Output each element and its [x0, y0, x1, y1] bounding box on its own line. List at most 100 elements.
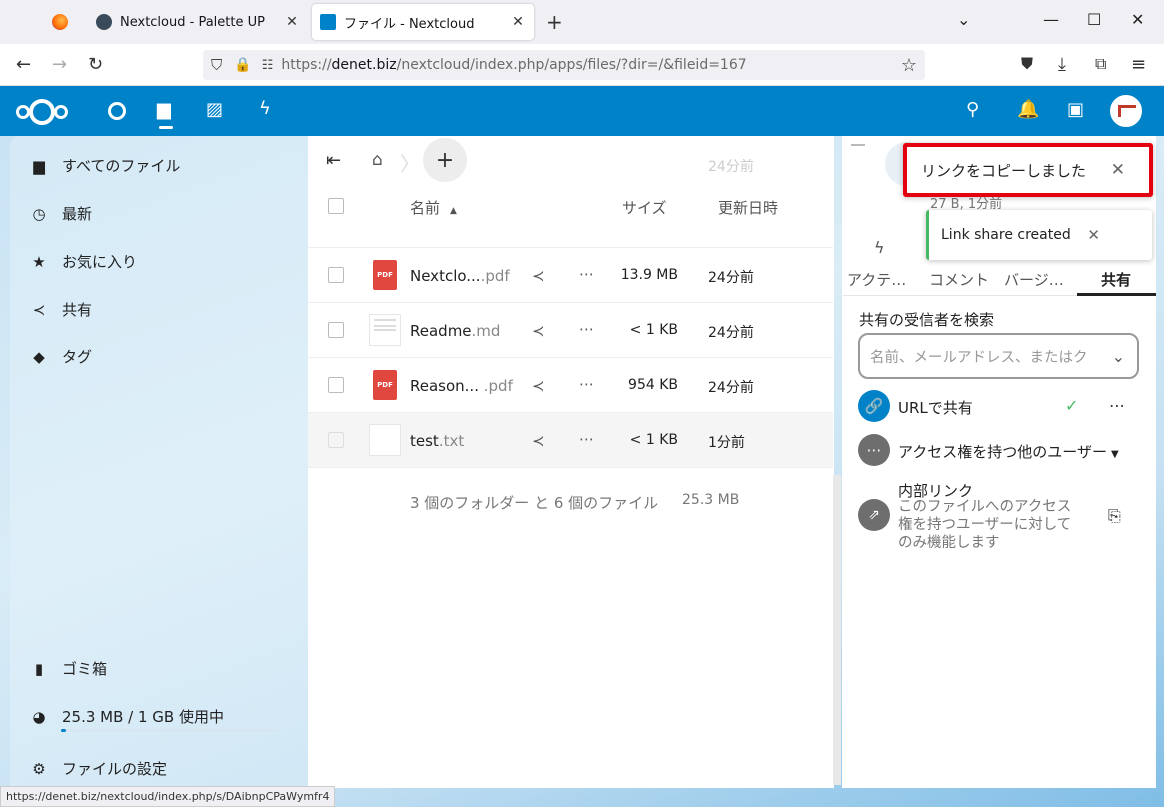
browser-tab-files[interactable]: ファイル - Nextcloud ✕: [312, 4, 534, 40]
clipboard-copy-icon[interactable]: ⎘: [1108, 506, 1121, 526]
photos-icon[interactable]: ▨: [206, 99, 223, 120]
sidebar-item-shares[interactable]: ≺ 共有: [30, 299, 92, 320]
file-name[interactable]: Nextclo....pdf: [410, 267, 510, 285]
home-icon[interactable]: ⌂: [372, 150, 383, 170]
nextcloud-logo-icon[interactable]: [16, 99, 68, 125]
activity-bolt-icon[interactable]: ϟ: [259, 98, 271, 119]
more-actions-icon[interactable]: ⋯: [579, 265, 595, 283]
sidebar-item-trash[interactable]: ▮ ゴミ箱: [30, 658, 107, 679]
sidebar-item-all-files[interactable]: ▆ すべてのファイル: [30, 155, 180, 176]
folder-favicon-icon: [320, 14, 336, 30]
column-header-name[interactable]: 名前 ▲: [410, 197, 457, 218]
file-basename: Nextclo...: [410, 267, 481, 285]
share-icon[interactable]: ≺: [532, 267, 545, 285]
internal-link-desc-3: のみ機能します: [898, 535, 1000, 551]
row-checkbox[interactable]: [328, 322, 344, 338]
url-share-label[interactable]: URLで共有: [898, 397, 973, 418]
tab-versions[interactable]: バージ…: [1004, 269, 1064, 290]
new-tab-icon[interactable]: +: [546, 10, 563, 34]
browser-tabbar: Nextcloud - Palette UP ✕ ファイル - Nextclou…: [0, 0, 1164, 44]
browser-tab-palette[interactable]: Nextcloud - Palette UP ✕: [88, 4, 308, 40]
internal-link-desc-2: 権を持つユーザーに対して: [898, 517, 1072, 533]
sidebar-item-settings[interactable]: ⚙ ファイルの設定: [30, 758, 167, 779]
file-size: < 1 KB: [629, 322, 678, 338]
dashboard-icon[interactable]: [108, 102, 126, 120]
toggle-navigation-icon[interactable]: ⇤: [326, 150, 341, 171]
active-tab-indicator: [1077, 293, 1156, 296]
file-name[interactable]: Readme.md: [410, 322, 500, 340]
document-thumbnail-icon: [369, 314, 401, 346]
download-icon[interactable]: ⤓: [1058, 54, 1066, 75]
toast-link-created: Link share created ✕: [926, 210, 1152, 260]
more-actions-icon[interactable]: ⋯: [579, 375, 595, 393]
sharee-search-input[interactable]: 名前、メールアドレス、またはク ⌄: [858, 333, 1139, 379]
search-icon[interactable]: ⚲: [966, 99, 979, 120]
column-header-modified[interactable]: 更新日時: [718, 197, 778, 218]
notifications-bell-icon[interactable]: 🔔: [1017, 99, 1039, 120]
contacts-icon[interactable]: ▣: [1067, 99, 1084, 120]
nextcloud-header: ▆ ▨ ϟ ⚲ 🔔 ▣: [0, 86, 1164, 136]
extensions-icon[interactable]: ⧉: [1095, 54, 1106, 74]
reload-icon[interactable]: ↻: [88, 54, 103, 75]
scrollbar[interactable]: [833, 475, 841, 785]
url-path: /nextcloud/index.php/apps/files/?dir=/&f…: [396, 57, 747, 73]
browser-navbar: ← → ↻ ⛉ 🔒 ☷ https:// denet.biz /nextclou…: [0, 44, 1164, 86]
sidebar-item-favorites[interactable]: ★ お気に入り: [30, 251, 137, 272]
window-close-icon[interactable]: ✕: [1131, 10, 1144, 29]
file-extension: .txt: [438, 432, 465, 450]
close-icon[interactable]: ✕: [510, 14, 526, 30]
file-name[interactable]: test.txt: [410, 432, 464, 450]
column-header-label: 名前: [410, 199, 441, 217]
internal-link-desc-1: このファイルへのアクセス: [898, 499, 1072, 515]
share-icon[interactable]: ≺: [532, 377, 545, 395]
bookmark-star-icon[interactable]: ☆: [901, 55, 917, 76]
firefox-tab-icon[interactable]: [52, 14, 68, 30]
back-icon[interactable]: ←: [16, 54, 31, 75]
tab-list-icon[interactable]: ⌄: [957, 10, 970, 29]
forward-icon[interactable]: →: [52, 54, 67, 75]
file-date: 1分前: [708, 435, 745, 451]
quota-indicator[interactable]: ◕ 25.3 MB / 1 GB 使用中: [30, 706, 224, 727]
toast-message: リンクをコピーしました: [921, 161, 1087, 180]
tab-comments[interactable]: コメント: [929, 269, 989, 290]
close-icon[interactable]: ✕: [1087, 226, 1100, 244]
clock-icon: ◷: [32, 204, 46, 223]
tab-title: Nextcloud - Palette UP: [120, 14, 265, 30]
more-actions-icon[interactable]: ⋯: [579, 430, 595, 448]
url-bar[interactable]: ⛉ 🔒 ☷ https:// denet.biz /nextcloud/inde…: [203, 50, 925, 80]
files-folder-icon[interactable]: ▆: [157, 99, 171, 120]
close-icon[interactable]: ✕: [1111, 160, 1125, 180]
permissions-icon[interactable]: ☷: [262, 58, 274, 73]
share-icon[interactable]: ≺: [532, 322, 545, 340]
close-icon[interactable]: ✕: [284, 14, 300, 30]
row-checkbox[interactable]: [328, 267, 344, 283]
tab-sharing[interactable]: 共有: [1101, 269, 1131, 290]
row-checkbox[interactable]: [328, 432, 344, 448]
share-icon[interactable]: ≺: [532, 432, 545, 450]
more-actions-icon[interactable]: ⋯: [579, 320, 595, 338]
sidebar-item-tags[interactable]: ◆ タグ: [30, 346, 92, 367]
new-file-button[interactable]: +: [423, 138, 467, 182]
more-actions-icon[interactable]: ⋯: [1109, 396, 1125, 415]
others-with-access[interactable]: アクセス権を持つ他のユーザー ▼: [898, 441, 1119, 462]
tab-activity[interactable]: アクテ…: [847, 269, 906, 290]
share-icon: ≺: [32, 300, 46, 319]
file-date: 24分前: [708, 380, 754, 396]
pocket-icon[interactable]: ⛊: [1021, 54, 1033, 74]
menu-icon[interactable]: ≡: [1131, 54, 1146, 75]
activity-bolt-icon[interactable]: ϟ: [874, 238, 885, 257]
chevron-down-icon[interactable]: ⌄: [1112, 347, 1125, 366]
shield-icon[interactable]: ⛉: [211, 56, 222, 74]
user-avatar[interactable]: [1110, 95, 1142, 127]
quota-bar-fill: [61, 729, 67, 732]
sidebar-item-recent[interactable]: ◷ 最新: [30, 203, 92, 224]
maximize-icon[interactable]: ☐: [1087, 10, 1101, 29]
column-header-size[interactable]: サイズ: [622, 197, 667, 218]
file-basename: Readme: [410, 322, 472, 340]
row-checkbox[interactable]: [328, 377, 344, 393]
lock-icon[interactable]: 🔒: [234, 57, 251, 73]
select-all-checkbox[interactable]: [328, 198, 344, 214]
minimize-icon[interactable]: —: [1043, 10, 1059, 29]
file-name[interactable]: Reason... .pdf: [410, 377, 513, 395]
trash-icon: ▮: [34, 659, 44, 678]
